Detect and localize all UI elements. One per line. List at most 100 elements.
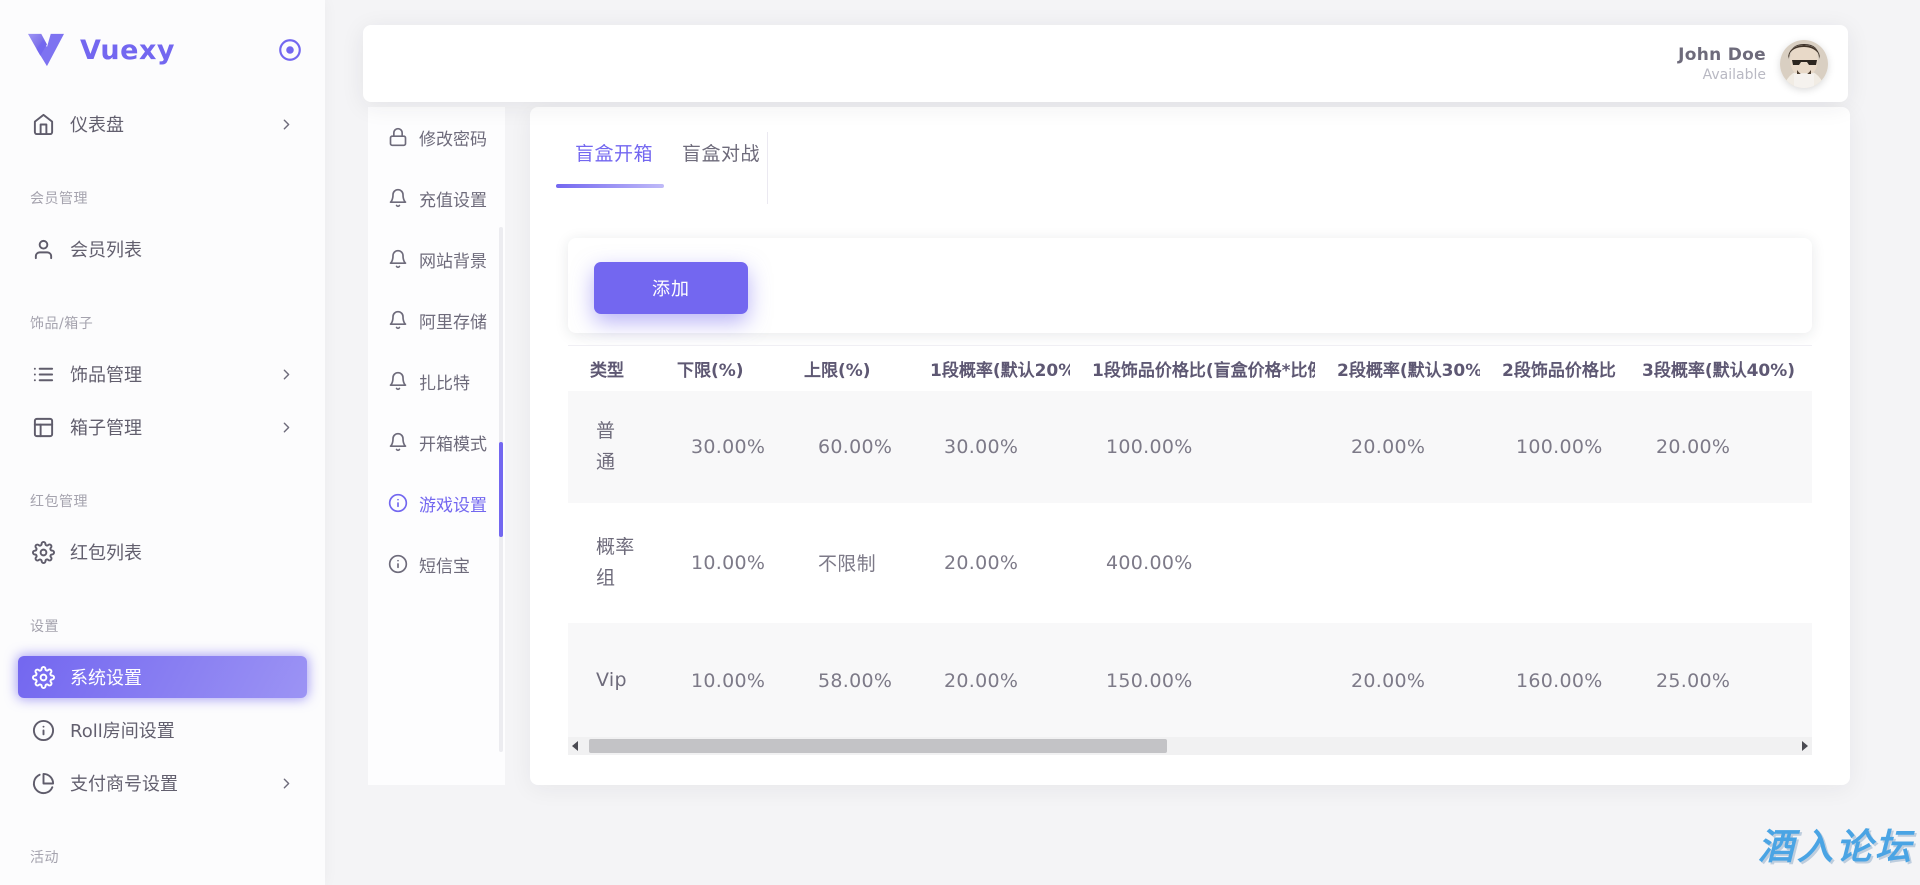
sidebar-item-box-management[interactable]: 箱子管理 bbox=[18, 406, 307, 448]
table-row: Vip 10.00% 58.00% 20.00% 150.00% 20.00% … bbox=[568, 622, 1812, 739]
tab-bar-divider bbox=[767, 132, 768, 204]
user-icon bbox=[32, 238, 55, 261]
bell-icon bbox=[388, 249, 408, 269]
table-row: 普 通 30.00% 60.00% 30.00% 100.00% 20.00% … bbox=[568, 390, 1812, 503]
sidebar-item-label: 饰品管理 bbox=[70, 365, 142, 386]
sidebar-item-label: Roll房间设置 bbox=[70, 721, 175, 742]
col-header-seg1-prob: 1段概率(默认20%) bbox=[908, 345, 1070, 391]
sidebar-section-redpacket: 红包管理 bbox=[30, 494, 88, 510]
brand-name: Vuexy bbox=[80, 34, 175, 66]
submenu-item-smsbao[interactable]: 短信宝 bbox=[368, 544, 505, 584]
add-button[interactable]: 添加 bbox=[594, 262, 748, 314]
pie-chart-icon bbox=[32, 772, 55, 795]
cell-value: 30.00% bbox=[908, 390, 1070, 503]
col-header-seg2-prob: 2段概率(默认30%) bbox=[1315, 345, 1480, 391]
sidebar-item-label: 系统设置 bbox=[70, 668, 142, 689]
sidebar-item-label: 会员列表 bbox=[70, 240, 142, 261]
cell-value bbox=[1620, 502, 1812, 623]
submenu-item-site-background[interactable]: 网站背景 bbox=[368, 239, 505, 279]
info-icon bbox=[388, 554, 408, 574]
submenu-item-unbox-mode[interactable]: 开箱模式 bbox=[368, 422, 505, 462]
table-row: 概率 组 10.00% 不限制 20.00% 400.00% bbox=[568, 502, 1812, 623]
sidebar-item-member-list[interactable]: 会员列表 bbox=[18, 228, 307, 270]
chevron-right-icon bbox=[278, 775, 295, 792]
avatar[interactable] bbox=[1780, 39, 1828, 88]
col-header-seg2-price-ratio: 2段饰品价格比 bbox=[1480, 345, 1620, 391]
horizontal-scrollbar-thumb[interactable] bbox=[589, 739, 1167, 753]
submenu-item-label: 阿里存储 bbox=[419, 312, 487, 333]
col-header-upper-limit: 上限(%) bbox=[782, 345, 908, 391]
sidebar-item-system-settings[interactable]: 系统设置 bbox=[18, 656, 307, 698]
cell-type: 概率 组 bbox=[568, 502, 655, 623]
submenu-item-zhabite[interactable]: 扎比特 bbox=[368, 361, 505, 401]
sidebar-item-payment-merchant-settings[interactable]: 支付商号设置 bbox=[18, 762, 307, 804]
cell-value: 100.00% bbox=[1480, 390, 1620, 503]
col-header-seg1-price-ratio: 1段饰品价格比(盲盒价格*比例) bbox=[1070, 345, 1315, 391]
cell-value: 不限制 bbox=[782, 502, 908, 623]
gear-icon bbox=[32, 541, 55, 564]
submenu-scrollbar-thumb[interactable] bbox=[499, 442, 503, 537]
cell-type: 普 通 bbox=[568, 390, 655, 503]
cell-value: 160.00% bbox=[1480, 622, 1620, 739]
submenu-item-label: 充值设置 bbox=[419, 190, 487, 211]
sidebar-item-label: 仪表盘 bbox=[70, 115, 124, 136]
cell-value: 60.00% bbox=[782, 390, 908, 503]
bell-icon bbox=[388, 371, 408, 391]
cell-value: 20.00% bbox=[908, 502, 1070, 623]
submenu-item-ali-storage[interactable]: 阿里存储 bbox=[368, 300, 505, 340]
sidebar-item-roll-room-settings[interactable]: Roll房间设置 bbox=[18, 709, 307, 751]
forum-watermark: 酒入论坛 bbox=[1757, 827, 1914, 868]
cell-value: 150.00% bbox=[1070, 622, 1315, 739]
submenu-scrollbar-track[interactable] bbox=[499, 227, 503, 752]
submenu-item-label: 修改密码 bbox=[419, 129, 487, 150]
tab-blindbox-open[interactable]: 盲盒开箱 bbox=[555, 139, 665, 188]
bell-icon bbox=[388, 432, 408, 452]
tab-blindbox-battle[interactable]: 盲盒对战 bbox=[682, 139, 760, 188]
submenu-item-recharge-settings[interactable]: 充值设置 bbox=[368, 178, 505, 218]
scroll-right-arrow-icon[interactable] bbox=[1798, 737, 1812, 755]
menu-pin-toggle-icon[interactable] bbox=[277, 37, 303, 63]
sidebar: Vuexy 仪表盘 会员管理 会员列表 饰品/箱子 饰品管理 箱子管理 红包管理… bbox=[0, 0, 325, 885]
sidebar-item-label: 支付商号设置 bbox=[70, 774, 178, 795]
chevron-right-icon bbox=[278, 419, 295, 436]
cell-value: 10.00% bbox=[655, 622, 782, 739]
submenu-item-label: 扎比特 bbox=[419, 373, 470, 394]
settings-submenu: 修改密码 充值设置 网站背景 阿里存储 扎比特 开箱模式 游戏设置 短信宝 bbox=[368, 107, 505, 785]
user-dropdown[interactable]: John Doe Available bbox=[1678, 39, 1828, 88]
main-content-card: 盲盒开箱 盲盒对战 添加 类型 下限(%) 上限(%) 1段概率(默认20%) … bbox=[530, 107, 1850, 785]
submenu-item-label: 网站背景 bbox=[419, 251, 487, 272]
cell-value: 100.00% bbox=[1070, 390, 1315, 503]
sidebar-section-members: 会员管理 bbox=[30, 191, 88, 207]
bell-icon bbox=[388, 188, 408, 208]
col-header-type: 类型 bbox=[568, 345, 655, 391]
chevron-right-icon bbox=[278, 366, 295, 383]
sidebar-section-activity: 活动 bbox=[30, 850, 59, 866]
submenu-item-label: 开箱模式 bbox=[419, 434, 487, 455]
submenu-item-change-password[interactable]: 修改密码 bbox=[368, 117, 505, 157]
table-header-row: 类型 下限(%) 上限(%) 1段概率(默认20%) 1段饰品价格比(盲盒价格*… bbox=[568, 345, 1812, 391]
layout-icon bbox=[32, 416, 55, 439]
bell-icon bbox=[388, 310, 408, 330]
cell-value bbox=[1480, 502, 1620, 623]
brand-header: Vuexy bbox=[0, 0, 325, 74]
submenu-item-label: 短信宝 bbox=[419, 556, 470, 577]
cell-value: 20.00% bbox=[1315, 390, 1480, 503]
sidebar-item-dashboard[interactable]: 仪表盘 bbox=[18, 103, 307, 145]
cell-value: 30.00% bbox=[655, 390, 782, 503]
home-icon bbox=[32, 113, 55, 136]
sidebar-section-settings: 设置 bbox=[30, 619, 59, 635]
cell-value: 400.00% bbox=[1070, 502, 1315, 623]
cell-type: Vip bbox=[568, 622, 655, 739]
cell-value: 20.00% bbox=[1315, 622, 1480, 739]
cell-value: 20.00% bbox=[908, 622, 1070, 739]
chevron-right-icon bbox=[278, 116, 295, 133]
sidebar-item-redpacket-list[interactable]: 红包列表 bbox=[18, 531, 307, 573]
info-icon bbox=[388, 493, 408, 513]
horizontal-scrollbar[interactable] bbox=[568, 737, 1812, 755]
submenu-item-label: 游戏设置 bbox=[419, 495, 487, 516]
scroll-left-arrow-icon[interactable] bbox=[568, 737, 582, 755]
cell-value: 25.00% bbox=[1620, 622, 1812, 739]
sidebar-item-item-management[interactable]: 饰品管理 bbox=[18, 353, 307, 395]
table-toolbar: 添加 bbox=[568, 238, 1812, 333]
submenu-item-game-settings[interactable]: 游戏设置 bbox=[368, 483, 505, 523]
